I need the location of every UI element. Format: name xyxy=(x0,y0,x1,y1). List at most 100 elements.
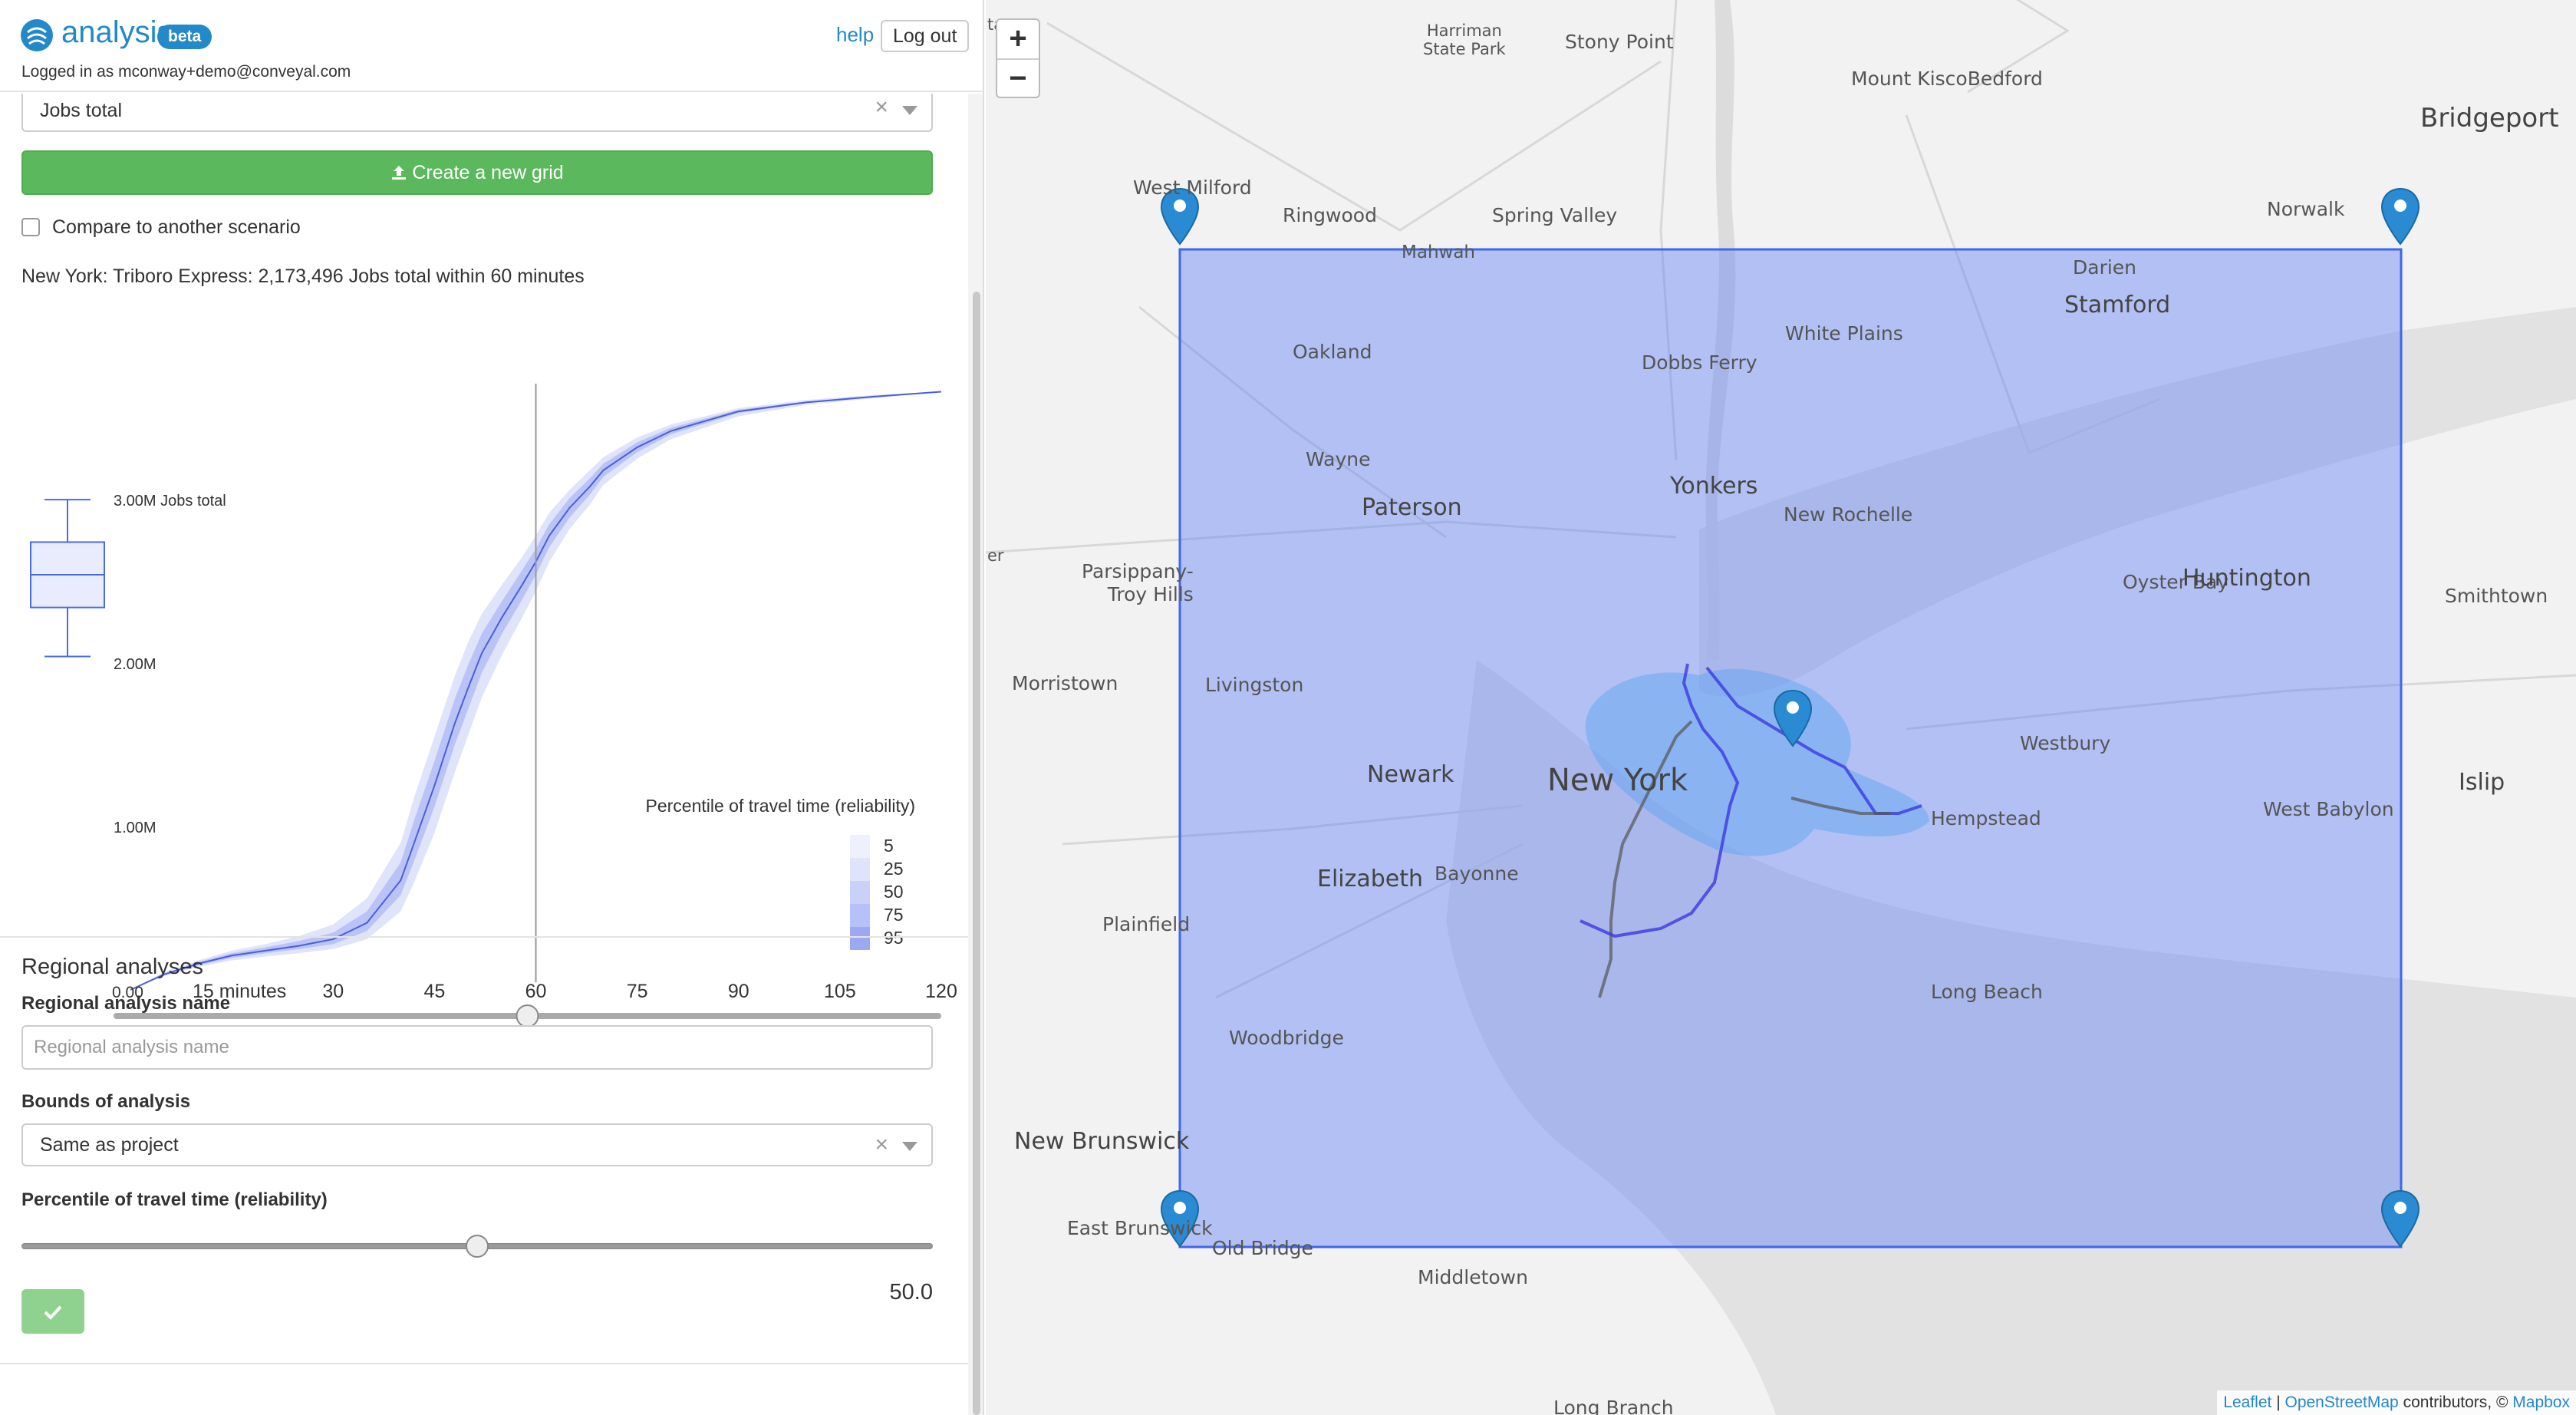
compare-label: Compare to another scenario xyxy=(52,216,301,238)
map-label-islip: Islip xyxy=(2459,769,2505,796)
map-label-harriman: Harriman State Park xyxy=(1423,21,1506,58)
logout-button[interactable]: Log out xyxy=(881,20,970,52)
conveyal-logo-icon xyxy=(21,19,53,51)
map-label-ringwood: Ringwood xyxy=(1283,204,1377,226)
map-label-edge: er xyxy=(987,546,1004,565)
map-label-dobbs-ferry: Dobbs Ferry xyxy=(1642,351,1757,374)
map-label-new-rochelle: New Rochelle xyxy=(1784,503,1913,526)
bounds-label: Bounds of analysis xyxy=(21,1091,191,1112)
legend-swatch xyxy=(850,835,870,858)
chart-axes: 0.00 15 minutes 30 45 60 75 90 105 1203.00M Jobs… xyxy=(112,384,957,1027)
x-tick-label: 120 xyxy=(925,981,957,1002)
map-label-hempstead: Hempstead xyxy=(1931,807,2041,830)
map-label-long-beach: Long Beach xyxy=(1931,981,2043,1003)
map-marker-icon[interactable] xyxy=(1773,689,1813,747)
percentile-label: Percentile of travel time (reliability) xyxy=(21,1189,328,1210)
opportunity-select-value: Jobs total xyxy=(40,100,123,121)
map-view[interactable]: Harriman State Park Stony Point Mount Ki… xyxy=(986,0,2576,1415)
map-label-long-branch: Long Branch xyxy=(1553,1397,1674,1415)
x-tick-label: 75 xyxy=(627,981,648,1002)
legend-label: 25 xyxy=(884,859,904,879)
map-label-wayne: Wayne xyxy=(1306,448,1371,470)
map-label-bridgeport: Bridgeport xyxy=(2420,103,2559,134)
run-regional-button[interactable] xyxy=(21,1289,84,1334)
chart-legend: Percentile of travel time (reliability) 5… xyxy=(645,796,915,950)
clear-icon[interactable]: × xyxy=(875,91,888,124)
logged-in-user: Logged in as mconway+demo@conveyal.com xyxy=(21,63,351,81)
map-label-new-brunswick: New Brunswick xyxy=(1014,1128,1190,1155)
regional-name-label: Regional analysis name xyxy=(21,993,231,1014)
map-label-newark: Newark xyxy=(1367,761,1454,788)
legend-label: 5 xyxy=(884,836,894,856)
percentile-slider-handle[interactable] xyxy=(466,1235,489,1258)
zoom-control: + − xyxy=(996,18,1040,98)
map-label-east-brunswick: East Brunswick xyxy=(1067,1217,1213,1239)
map-marker-icon[interactable] xyxy=(2380,187,2420,246)
map-label-west-babylon: West Babylon xyxy=(2263,798,2394,820)
zoom-out-button[interactable]: − xyxy=(997,58,1039,97)
map-marker-icon[interactable] xyxy=(2380,1189,2420,1248)
legend-swatch xyxy=(850,858,870,881)
bounds-select-value: Same as project xyxy=(40,1134,179,1156)
compare-checkbox[interactable] xyxy=(21,218,40,236)
x-tick-label: 30 xyxy=(322,981,344,1002)
map-label-old-bridge: Old Bridge xyxy=(1212,1237,1313,1259)
map-label-paterson: Paterson xyxy=(1362,494,1462,521)
sidebar-scrollbar-thumb[interactable] xyxy=(973,292,980,1415)
beta-badge: beta xyxy=(157,25,212,49)
section-divider xyxy=(0,1363,968,1364)
attribution-text: contributors, © xyxy=(2398,1394,2513,1411)
legend-swatch xyxy=(850,904,870,927)
boxplot xyxy=(30,499,105,658)
regional-name-input[interactable]: Regional analysis name xyxy=(21,1025,933,1070)
legend-label: 75 xyxy=(884,905,904,925)
map-label-elizabeth: Elizabeth xyxy=(1317,866,1424,892)
y-tick-label: 3.00M Jobs total xyxy=(114,493,226,510)
legend-title: Percentile of travel time (reliability) xyxy=(645,796,915,816)
osm-link[interactable]: OpenStreetMap xyxy=(2284,1394,2398,1411)
map-label-oakland: Oakland xyxy=(1293,341,1372,363)
map-label-new-york: New York xyxy=(1547,763,1688,798)
map-label-westbury: Westbury xyxy=(2020,732,2111,754)
x-tick-label: 60 xyxy=(525,981,547,1002)
map-label-smithtown: Smithtown xyxy=(2445,585,2548,607)
map-label-morristown: Morristown xyxy=(1012,672,1118,694)
create-grid-button[interactable]: Create a new grid xyxy=(21,150,933,195)
bounds-select[interactable]: Same as project × xyxy=(21,1123,933,1166)
map-label-norwalk: Norwalk xyxy=(2267,198,2345,220)
map-label-stamford: Stamford xyxy=(2064,292,2171,318)
legend-label: 95 xyxy=(884,928,904,948)
cutoff-slider-handle xyxy=(516,1004,539,1027)
map-label-woodbridge: Woodbridge xyxy=(1229,1027,1344,1049)
chevron-down-icon[interactable] xyxy=(902,1142,917,1151)
map-label-mount-kisco: Mount KiscoBedford xyxy=(1851,68,2043,90)
mapbox-link[interactable]: Mapbox xyxy=(2512,1394,2570,1411)
create-grid-label: Create a new grid xyxy=(412,162,564,183)
x-tick-label: 90 xyxy=(728,981,749,1002)
legend-swatch xyxy=(850,881,870,904)
map-label-white-plains: White Plains xyxy=(1785,322,1903,345)
map-label-livingston: Livingston xyxy=(1205,674,1304,696)
opportunity-select[interactable]: Jobs total × xyxy=(21,94,933,132)
map-label-middletown: Middletown xyxy=(1418,1266,1528,1288)
help-link[interactable]: help xyxy=(836,23,874,47)
app-header: analysis beta help Log out Logged in as … xyxy=(0,0,983,92)
map-label-plainfield: Plainfield xyxy=(1102,913,1191,935)
brand-name: analysis xyxy=(61,15,173,49)
regional-section-title: Regional analyses xyxy=(21,955,203,979)
attribution-separator: | xyxy=(2271,1394,2285,1411)
map-attribution: Leaflet | OpenStreetMap contributors, © … xyxy=(2217,1390,2576,1415)
legend-label: 50 xyxy=(884,882,904,902)
upload-icon xyxy=(392,166,407,180)
sidebar-content: Jobs total × Create a new grid Compare t… xyxy=(0,94,968,1415)
zoom-in-button[interactable]: + xyxy=(997,20,1039,58)
clear-icon[interactable]: × xyxy=(875,1125,888,1165)
chevron-down-icon[interactable] xyxy=(902,106,917,115)
leaflet-link[interactable]: Leaflet xyxy=(2223,1394,2271,1411)
y-tick-label: 2.00M xyxy=(114,656,156,673)
y-tick-label: 1.00M xyxy=(114,820,156,836)
map-label-darien: Darien xyxy=(2073,256,2137,279)
percentile-value: 50.0 xyxy=(889,1280,933,1305)
x-tick-label: 105 xyxy=(824,981,856,1002)
check-icon xyxy=(44,1305,62,1320)
